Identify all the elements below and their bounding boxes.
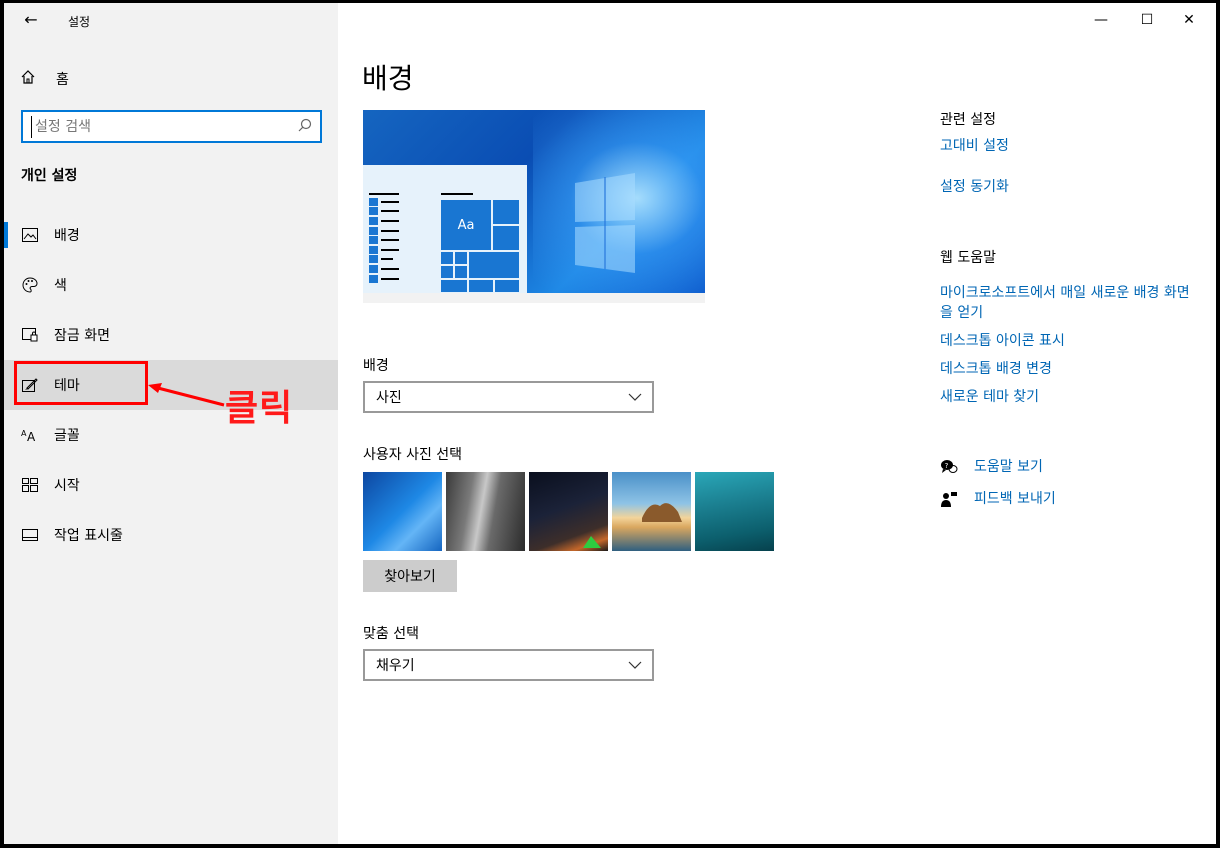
home-nav-item[interactable]: 홈: [20, 67, 69, 91]
minimize-button[interactable]: —: [1078, 7, 1124, 33]
related-settings-title: 관련 설정: [940, 112, 996, 128]
taskbar-icon: [20, 525, 40, 545]
annotation-arrow-icon: [148, 383, 225, 407]
sidebar-item-label: 시작: [54, 478, 80, 494]
photo-thumbnail-underwater[interactable]: [695, 472, 774, 551]
settings-window: ← 설정 홈 개인 설정 배경: [4, 3, 1216, 844]
chevron-down-icon: [628, 661, 642, 669]
photo-thumbnail-beach[interactable]: [612, 472, 691, 551]
high-contrast-link[interactable]: 고대비 설정: [940, 136, 1009, 156]
photo-thumbnail-night-sky[interactable]: [529, 472, 608, 551]
picture-icon: [20, 225, 40, 245]
find-themes-link[interactable]: 새로운 테마 찾기: [940, 387, 1039, 407]
daily-wallpaper-link[interactable]: 마이크로소프트에서 매일 새로운 배경 화면을 얻기: [940, 283, 1200, 323]
help-chat-icon: ?: [940, 459, 960, 475]
sidebar-item-background[interactable]: 배경: [4, 210, 338, 260]
svg-text:A: A: [27, 430, 36, 442]
preview-taskbar: [363, 293, 705, 303]
photo-thumbnail-windows[interactable]: [363, 472, 442, 551]
background-select[interactable]: 사진: [363, 381, 654, 413]
sidebar-item-label: 글꼴: [54, 428, 80, 444]
sync-settings-link[interactable]: 설정 동기화: [940, 177, 1009, 197]
page-title: 배경: [362, 62, 414, 95]
sidebar-item-label: 배경: [54, 228, 80, 244]
get-help-label: 도움말 보기: [974, 459, 1043, 475]
send-feedback-label: 피드백 보내기: [974, 491, 1056, 507]
chevron-down-icon: [628, 393, 642, 401]
preview-header-line: [369, 193, 399, 195]
windows-logo-icon: [575, 173, 635, 273]
sidebar-item-label: 색: [54, 278, 67, 294]
sidebar-item-color[interactable]: 색: [4, 260, 338, 310]
lock-screen-icon: [20, 325, 40, 345]
fit-select-value: 채우기: [376, 658, 415, 674]
sidebar-item-lock-screen[interactable]: 잠금 화면: [4, 310, 338, 360]
annotation-highlight-box: [14, 361, 148, 405]
preview-header-line: [441, 193, 473, 195]
search-box[interactable]: [21, 110, 322, 143]
photo-thumbnail-waterfall[interactable]: [446, 472, 525, 551]
back-arrow-icon[interactable]: ←: [20, 9, 42, 31]
search-input[interactable]: [31, 116, 281, 138]
font-icon: AA: [20, 425, 40, 445]
annotation-click-label: 클릭: [225, 388, 294, 429]
background-label: 배경: [363, 358, 389, 374]
sidebar-item-label: 잠금 화면: [54, 328, 110, 344]
fit-select-label: 맞춤 선택: [363, 626, 419, 642]
get-help-link[interactable]: ? 도움말 보기: [940, 457, 1043, 477]
start-grid-icon: [20, 475, 40, 495]
sidebar-item-label: 작업 표시줄: [54, 528, 123, 544]
background-select-value: 사진: [376, 390, 402, 406]
sidebar-item-start[interactable]: 시작: [4, 460, 338, 510]
preview-list: [369, 197, 399, 283]
background-preview: Aa: [363, 110, 705, 303]
app-title: 설정: [68, 15, 91, 29]
palette-icon: [20, 275, 40, 295]
photo-select-label: 사용자 사진 선택: [363, 447, 463, 463]
home-label: 홈: [56, 72, 69, 88]
web-help-title: 웹 도움말: [940, 250, 996, 266]
section-title: 개인 설정: [21, 168, 78, 184]
preview-window-panel: Aa: [363, 165, 527, 293]
maximize-button[interactable]: ☐: [1124, 7, 1170, 33]
desktop-icons-link[interactable]: 데스크톱 아이콘 표시: [940, 331, 1065, 351]
svg-text:?: ?: [945, 462, 949, 470]
change-desktop-bg-link[interactable]: 데스크톱 배경 변경: [940, 359, 1052, 379]
photo-thumbnails: [363, 472, 774, 551]
preview-tile-aa: Aa: [441, 200, 491, 250]
fit-select[interactable]: 채우기: [363, 649, 654, 681]
close-button[interactable]: ✕: [1166, 7, 1212, 33]
browse-button[interactable]: 찾아보기: [363, 560, 457, 592]
search-icon[interactable]: [296, 117, 314, 135]
feedback-person-icon: [940, 491, 960, 507]
send-feedback-link[interactable]: 피드백 보내기: [940, 489, 1056, 509]
main-content: — ☐ ✕ 배경 Aa 배경 사진 사용자 사진 선택 찾아보기 맞춤 선택 채…: [338, 3, 1216, 844]
sidebar-item-taskbar[interactable]: 작업 표시줄: [4, 510, 338, 560]
preview-tiles: Aa: [441, 200, 519, 292]
home-icon: [20, 69, 42, 89]
